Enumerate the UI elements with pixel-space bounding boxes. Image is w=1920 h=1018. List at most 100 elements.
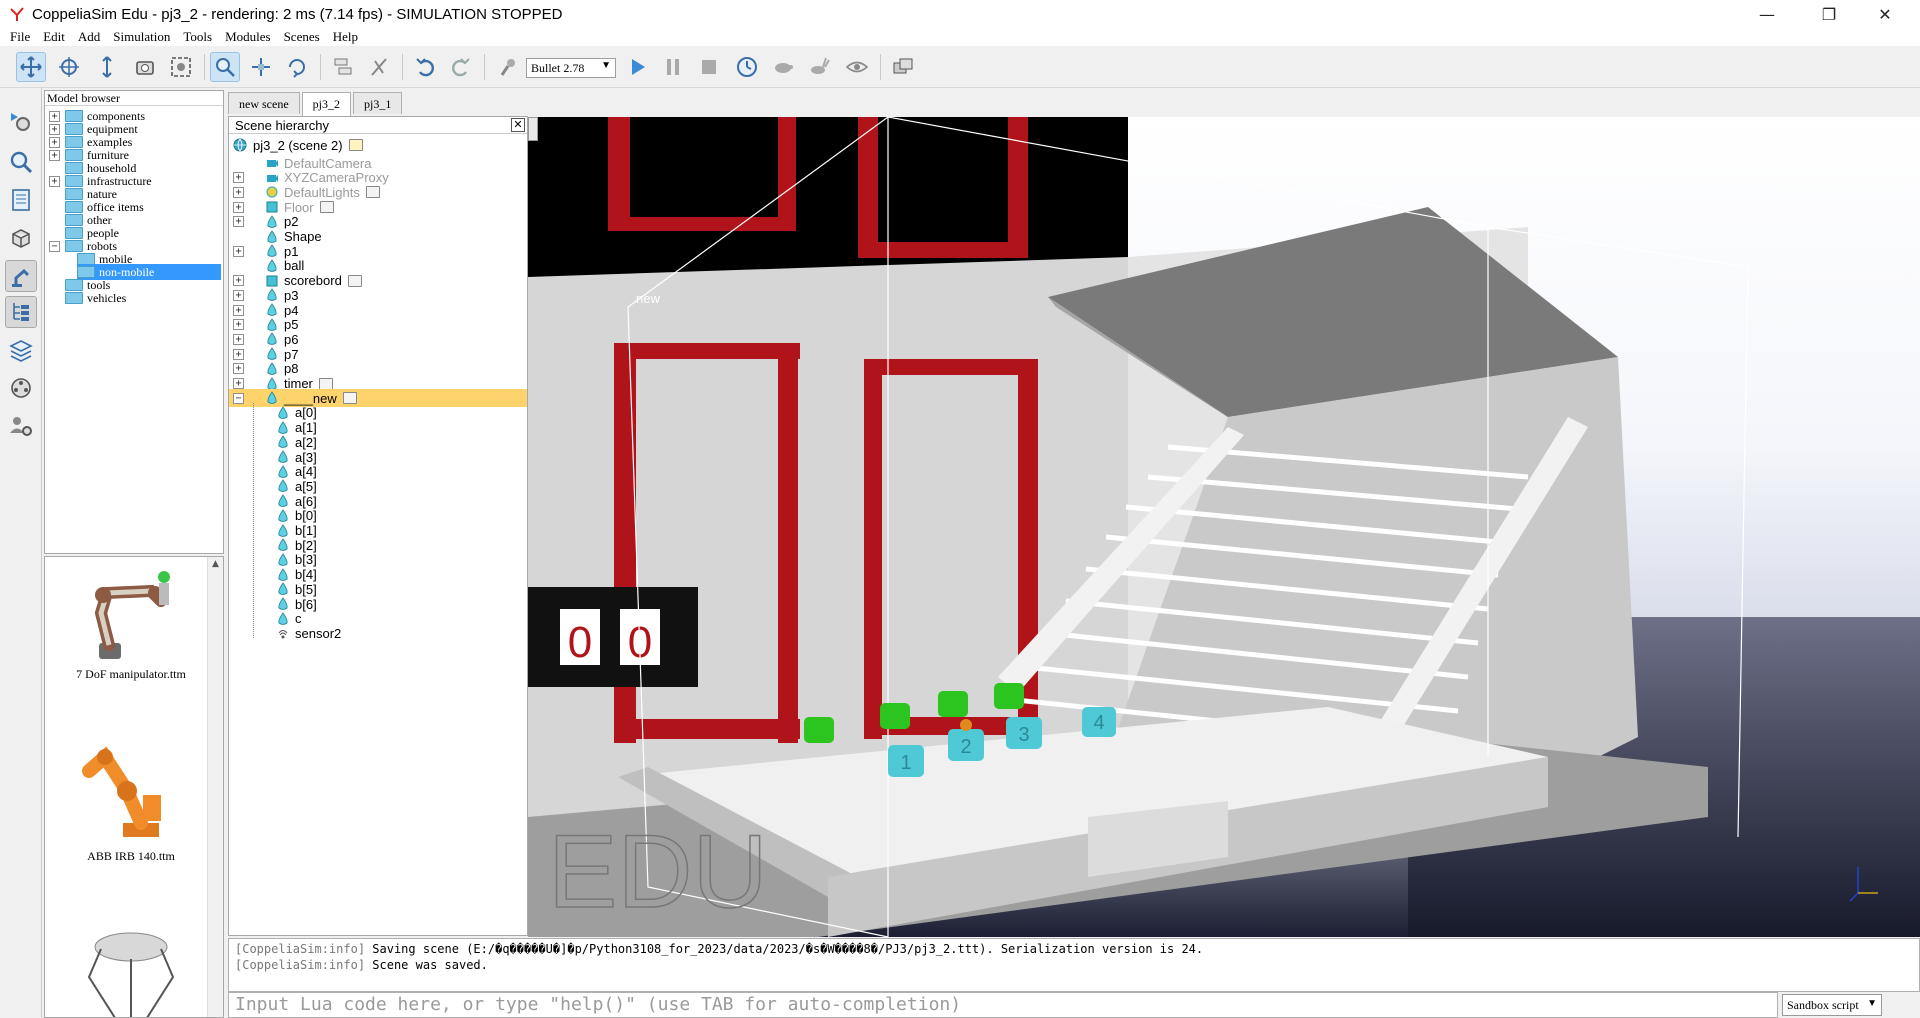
- expand-icon[interactable]: +: [233, 245, 244, 257]
- menu-edit[interactable]: Edit: [43, 29, 65, 45]
- object-rotate-button[interactable]: [282, 52, 312, 82]
- script-icon[interactable]: [319, 201, 334, 214]
- layers-button[interactable]: [5, 334, 37, 366]
- menu-tools[interactable]: Tools: [183, 29, 212, 45]
- camera-rotate-button[interactable]: [54, 52, 84, 82]
- script-icon[interactable]: [342, 392, 357, 405]
- visualization-toggle-button[interactable]: [842, 52, 872, 82]
- page-selector-button[interactable]: [888, 52, 918, 82]
- expand-icon[interactable]: +: [49, 110, 60, 122]
- environment-button[interactable]: [5, 146, 37, 178]
- expand-icon[interactable]: +: [233, 201, 244, 213]
- expand-icon[interactable]: [49, 189, 60, 200]
- camera-pan-button[interactable]: [16, 52, 46, 82]
- collapse-icon[interactable]: −: [49, 240, 60, 252]
- expand-icon[interactable]: +: [233, 275, 244, 287]
- fit-to-view-button[interactable]: [166, 52, 196, 82]
- status-console: [CoppeliaSim:info] Saving scene (E:/�q��…: [228, 938, 1920, 992]
- expand-icon[interactable]: +: [233, 319, 244, 331]
- start-simulation-button[interactable]: [622, 52, 652, 82]
- model-thumb-delta[interactable]: [61, 925, 201, 1017]
- redo-button[interactable]: [446, 52, 476, 82]
- menu-scenes[interactable]: Scenes: [284, 29, 320, 45]
- viewport-splitter-handle[interactable]: [528, 117, 538, 141]
- restore-button[interactable]: ❐: [1806, 0, 1852, 28]
- expand-icon[interactable]: [49, 228, 60, 239]
- menu-add[interactable]: Add: [78, 29, 100, 45]
- expand-icon[interactable]: +: [233, 289, 244, 301]
- shape-edit-button[interactable]: [5, 222, 37, 254]
- expand-icon[interactable]: [49, 280, 60, 291]
- speed-up-button[interactable]: [804, 52, 834, 82]
- pause-simulation-button[interactable]: [658, 52, 688, 82]
- close-window-button[interactable]: ✕: [1862, 0, 1908, 28]
- physics-engine-select[interactable]: Bullet 2.78 ▼: [526, 58, 616, 78]
- toolbar-separator: [402, 54, 403, 80]
- model-thumb-abb-irb140[interactable]: ABB IRB 140.ttm: [61, 735, 201, 864]
- scene-script-icon[interactable]: [348, 139, 363, 151]
- expand-icon[interactable]: +: [233, 304, 244, 316]
- thumbnails-scrollbar[interactable]: ▲: [207, 557, 223, 1017]
- scene-object-row[interactable]: sensor2: [229, 624, 527, 642]
- model-thumb-7dof[interactable]: 7 DoF manipulator.ttm: [61, 563, 201, 682]
- expand-icon[interactable]: +: [49, 175, 60, 187]
- robot-number-4: 4: [1093, 712, 1104, 734]
- expand-icon[interactable]: +: [233, 348, 244, 360]
- menu-modules[interactable]: Modules: [225, 29, 271, 45]
- expand-icon[interactable]: +: [49, 123, 60, 135]
- close-panel-button[interactable]: ✕: [511, 118, 525, 132]
- expand-icon[interactable]: +: [233, 186, 244, 198]
- scene-hierarchy-toggle-button[interactable]: [5, 296, 37, 328]
- expand-icon[interactable]: +: [233, 216, 244, 228]
- expand-icon[interactable]: +: [233, 363, 244, 375]
- undo-button[interactable]: [410, 52, 440, 82]
- tree-connector-line: [253, 403, 254, 639]
- slow-down-button[interactable]: [768, 52, 798, 82]
- dynamics-toggle-button[interactable]: [494, 52, 524, 82]
- camera-opening-angle-button[interactable]: [130, 52, 160, 82]
- lua-command-input[interactable]: Input Lua code here, or type "help()" (u…: [228, 992, 1778, 1018]
- video-recorder-button[interactable]: [5, 372, 37, 404]
- menu-help[interactable]: Help: [333, 29, 358, 45]
- script-icon[interactable]: [365, 186, 380, 199]
- model-browser-item[interactable]: vehicles: [49, 290, 221, 306]
- scroll-up-icon[interactable]: ▲: [208, 559, 223, 569]
- expand-icon[interactable]: [49, 202, 60, 213]
- tab-pj3-2[interactable]: pj3_2: [301, 92, 351, 116]
- expand-icon[interactable]: +: [233, 378, 244, 389]
- script-icon[interactable]: [318, 377, 333, 390]
- model-thumbnails-panel: 7 DoF manipulator.ttm ABB IRB 140.ttm ▲: [44, 556, 224, 1018]
- script-selector-dropdown[interactable]: Sandbox script ▼: [1782, 994, 1882, 1016]
- script-icon[interactable]: [347, 274, 362, 287]
- menu-simulation[interactable]: Simulation: [113, 29, 170, 45]
- transfer-dna-button[interactable]: [364, 52, 394, 82]
- stop-simulation-button[interactable]: [694, 52, 724, 82]
- gear-play-icon: [11, 113, 30, 131]
- expand-icon[interactable]: [49, 215, 60, 226]
- real-time-mode-button[interactable]: [732, 52, 762, 82]
- click-selection-button[interactable]: [210, 52, 240, 82]
- expand-icon[interactable]: +: [233, 172, 244, 184]
- tab-new-scene[interactable]: new scene: [228, 92, 300, 114]
- expand-icon[interactable]: [49, 163, 60, 174]
- tab-pj3-1[interactable]: pj3_1: [352, 92, 403, 114]
- camera-shift-button[interactable]: [92, 52, 122, 82]
- expand-icon[interactable]: +: [49, 136, 60, 148]
- scene-root-row[interactable]: pj3_2 (scene 2): [229, 136, 527, 154]
- object-shift-button[interactable]: [246, 52, 276, 82]
- 3d-viewport[interactable]: 0 0 new 1 2 3 4 EDU: [528, 117, 1920, 937]
- console-text: Saving scene (E:/�q�����U�]�p/Python3108…: [372, 942, 1204, 956]
- user-settings-button[interactable]: [5, 410, 37, 442]
- menu-file[interactable]: File: [10, 29, 30, 45]
- simulation-settings-button[interactable]: [5, 106, 37, 138]
- scripts-button[interactable]: [5, 184, 37, 216]
- expand-icon[interactable]: +: [49, 149, 60, 161]
- dynamics-icon: [500, 59, 515, 76]
- collapse-icon[interactable]: −: [233, 392, 244, 404]
- model-browser-toggle-button[interactable]: [5, 260, 37, 292]
- expand-icon[interactable]: +: [233, 333, 244, 345]
- minimize-button[interactable]: —: [1744, 0, 1790, 28]
- expand-icon[interactable]: [49, 293, 60, 304]
- console-tag: [CoppeliaSim:info]: [235, 958, 366, 972]
- assemble-button[interactable]: [328, 52, 358, 82]
